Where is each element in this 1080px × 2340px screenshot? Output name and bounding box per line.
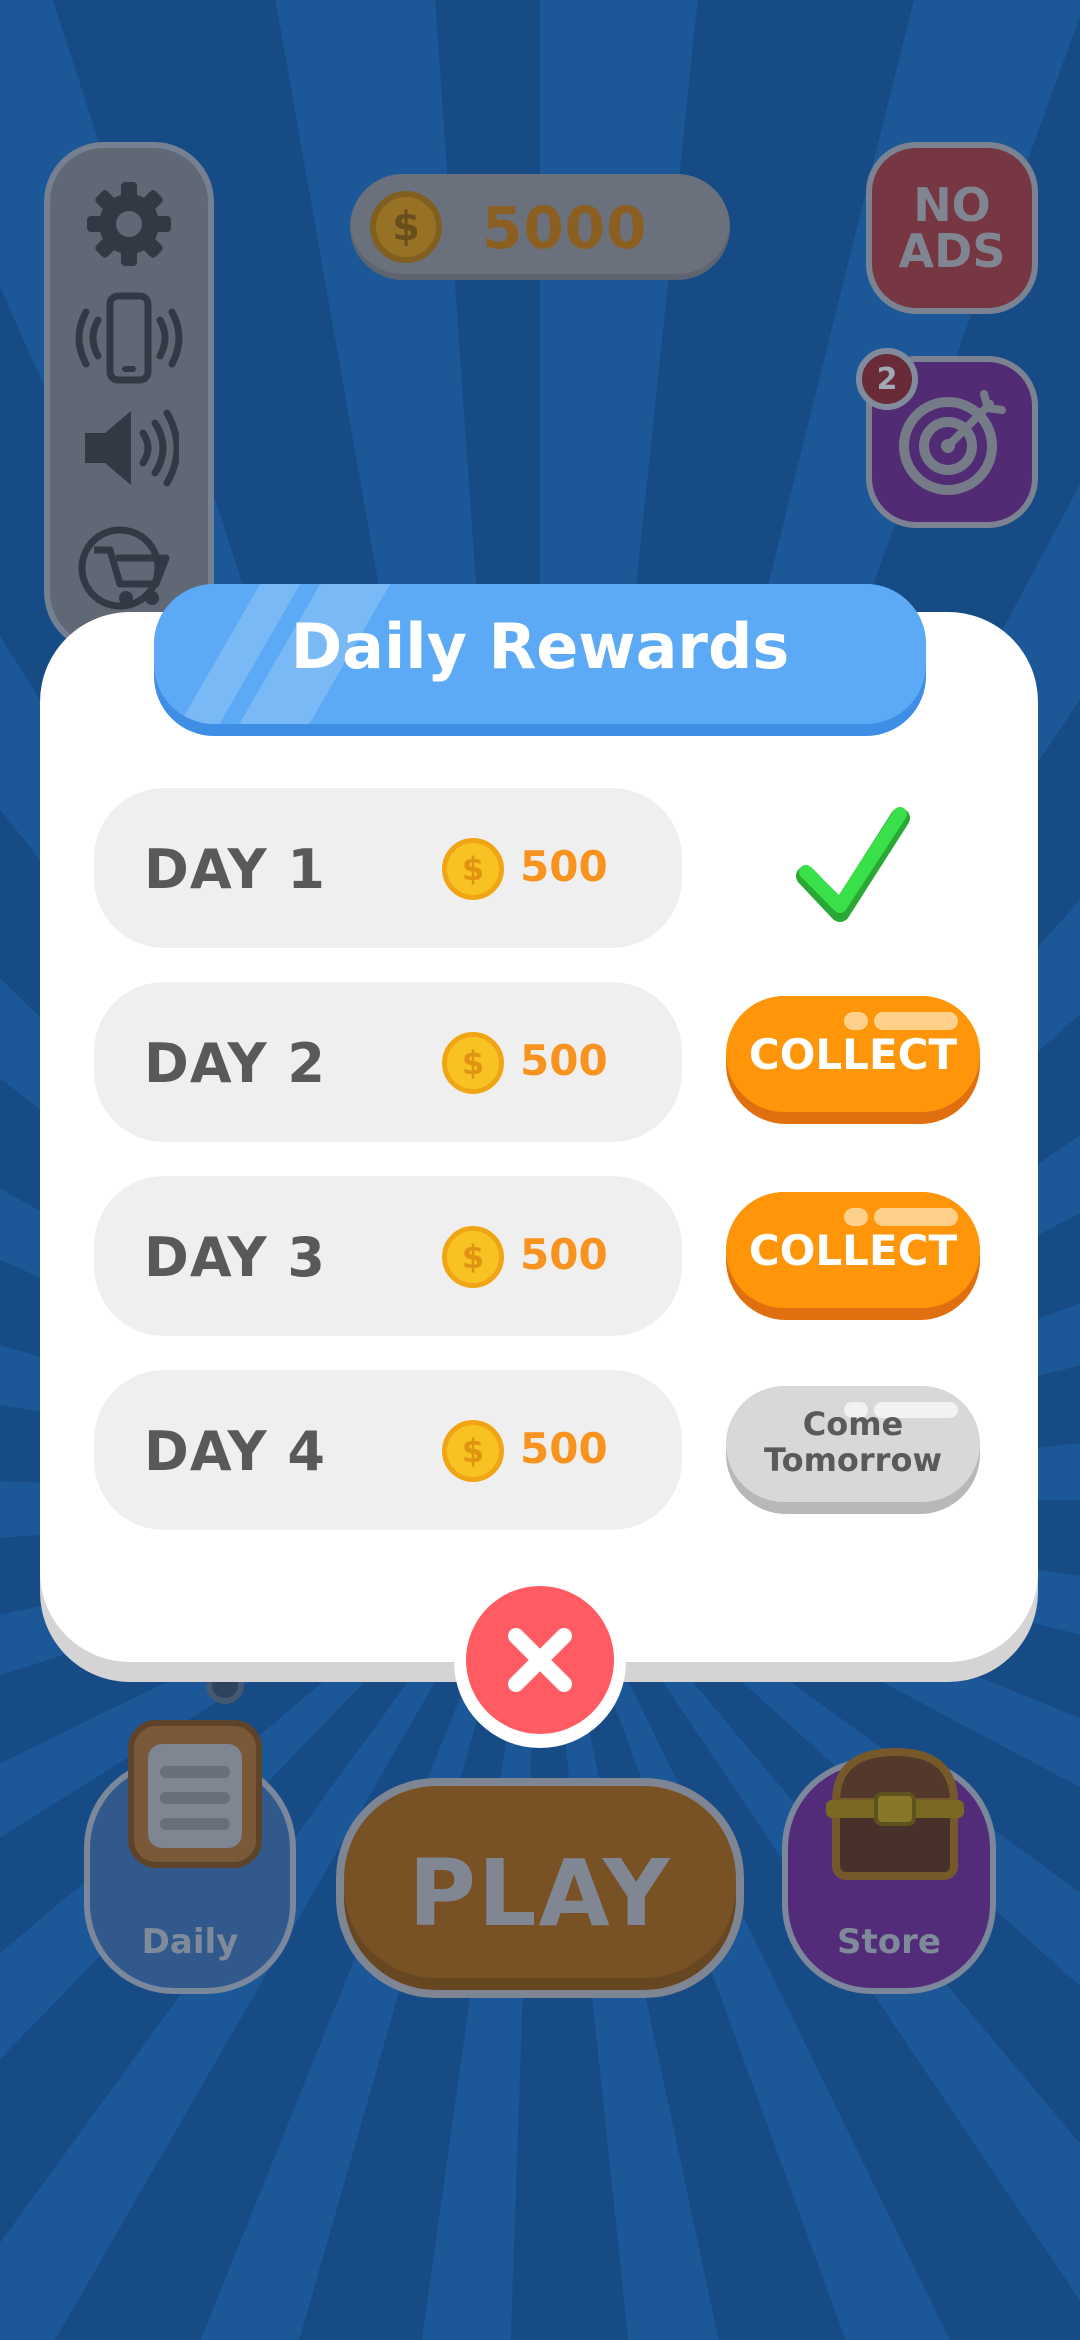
close-icon	[508, 1628, 572, 1692]
collect-button-day-3[interactable]: COLLECT	[726, 1192, 980, 1320]
reward-row-day-3: DAY 3 $ 500	[94, 1176, 682, 1336]
reward-amount: 500	[520, 1036, 608, 1085]
reward-amount: 500	[520, 1230, 608, 1279]
come-tomorrow-label: Come Tomorrow	[764, 1405, 942, 1479]
reward-amount: 500	[520, 1424, 608, 1473]
coin-icon: $	[442, 1226, 504, 1288]
coin-icon: $	[442, 838, 504, 900]
reward-row-day-1: DAY 1 $ 500	[94, 788, 682, 948]
reward-amount: 500	[520, 842, 608, 891]
day-label: DAY 3	[144, 1226, 326, 1289]
collect-label: COLLECT	[748, 1030, 958, 1079]
coin-icon: $	[442, 1420, 504, 1482]
day-label: DAY 1	[144, 838, 326, 901]
come-tomorrow-button: Come Tomorrow	[726, 1386, 980, 1514]
close-button[interactable]	[466, 1586, 614, 1734]
day-label: DAY 4	[144, 1420, 326, 1483]
coin-icon: $	[442, 1032, 504, 1094]
reward-row-day-4: DAY 4 $ 500	[94, 1370, 682, 1530]
reward-row-day-2: DAY 2 $ 500	[94, 982, 682, 1142]
checkmark-icon	[796, 807, 910, 922]
modal-title: Daily Rewards	[290, 610, 790, 683]
collect-button-day-2[interactable]: COLLECT	[726, 996, 980, 1124]
day-label: DAY 2	[144, 1032, 326, 1095]
collect-label: COLLECT	[748, 1226, 958, 1275]
